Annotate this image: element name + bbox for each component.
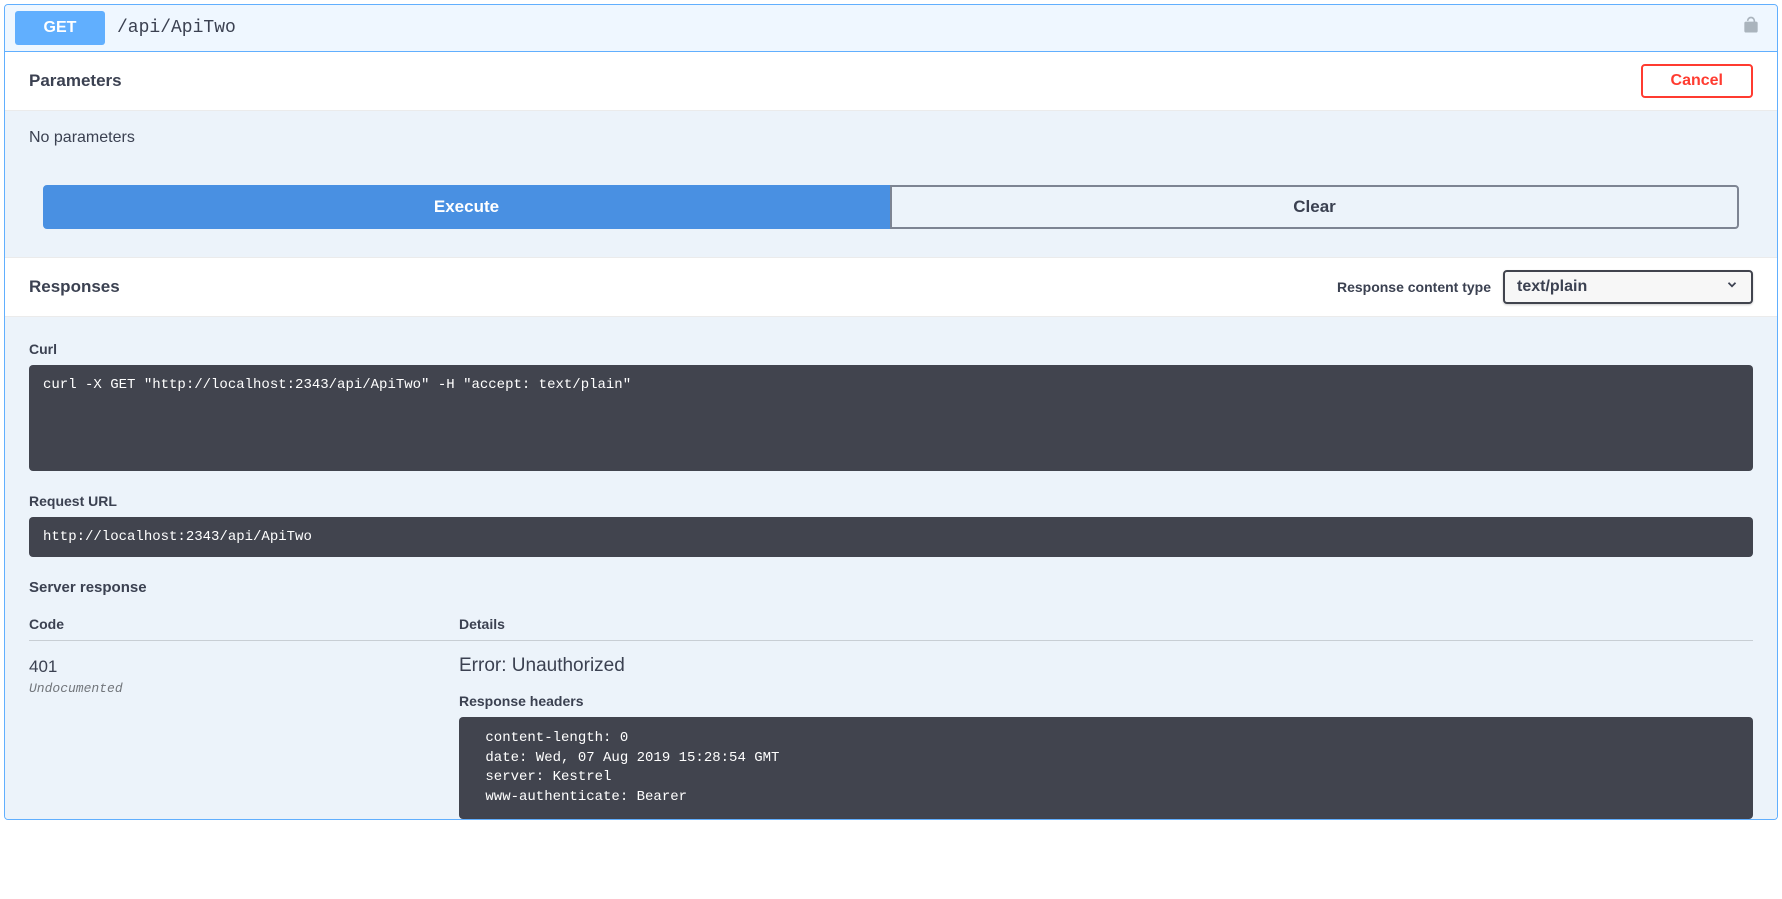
unlock-icon[interactable] (1735, 15, 1767, 41)
content-type-wrap: Response content type text/plain (1337, 270, 1753, 304)
content-type-label: Response content type (1337, 279, 1491, 295)
endpoint-path: /api/ApiTwo (117, 18, 1735, 38)
responses-header: Responses Response content type text/pla… (5, 257, 1777, 317)
operation-summary[interactable]: GET /api/ApiTwo (5, 5, 1777, 52)
parameters-title: Parameters (29, 71, 122, 91)
clear-button[interactable]: Clear (890, 185, 1739, 229)
execute-row: Execute Clear (29, 185, 1753, 229)
cancel-button[interactable]: Cancel (1641, 64, 1753, 98)
details-cell: Error: Unauthorized Response headers con… (459, 655, 1753, 819)
code-column-header: Code (29, 616, 459, 632)
curl-label: Curl (29, 341, 1753, 357)
execute-button[interactable]: Execute (43, 185, 890, 229)
method-badge: GET (15, 11, 105, 45)
operation-block: GET /api/ApiTwo Parameters Cancel No par… (4, 4, 1778, 820)
response-headers-label: Response headers (459, 693, 1753, 709)
responses-title: Responses (29, 277, 120, 297)
content-type-value: text/plain (1517, 278, 1587, 295)
status-code: 401 (29, 657, 459, 677)
response-headers-box: content-length: 0 date: Wed, 07 Aug 2019… (459, 717, 1753, 819)
response-table-header: Code Details (29, 616, 1753, 641)
response-row: 401 Undocumented Error: Unauthorized Res… (29, 655, 1753, 819)
content-type-select[interactable]: text/plain (1503, 270, 1753, 304)
no-parameters-text: No parameters (29, 129, 1753, 147)
parameters-body: No parameters Execute Clear (5, 111, 1777, 257)
chevron-down-icon (1725, 278, 1739, 297)
server-response-label: Server response (29, 579, 1753, 596)
code-cell: 401 Undocumented (29, 655, 459, 696)
responses-body: Curl curl -X GET "http://localhost:2343/… (5, 317, 1777, 819)
request-url-label: Request URL (29, 493, 1753, 509)
curl-command-box: curl -X GET "http://localhost:2343/api/A… (29, 365, 1753, 471)
request-url-box: http://localhost:2343/api/ApiTwo (29, 517, 1753, 557)
error-message: Error: Unauthorized (459, 655, 1753, 677)
undocumented-label: Undocumented (29, 681, 459, 696)
parameters-header: Parameters Cancel (5, 52, 1777, 111)
details-column-header: Details (459, 616, 1753, 632)
